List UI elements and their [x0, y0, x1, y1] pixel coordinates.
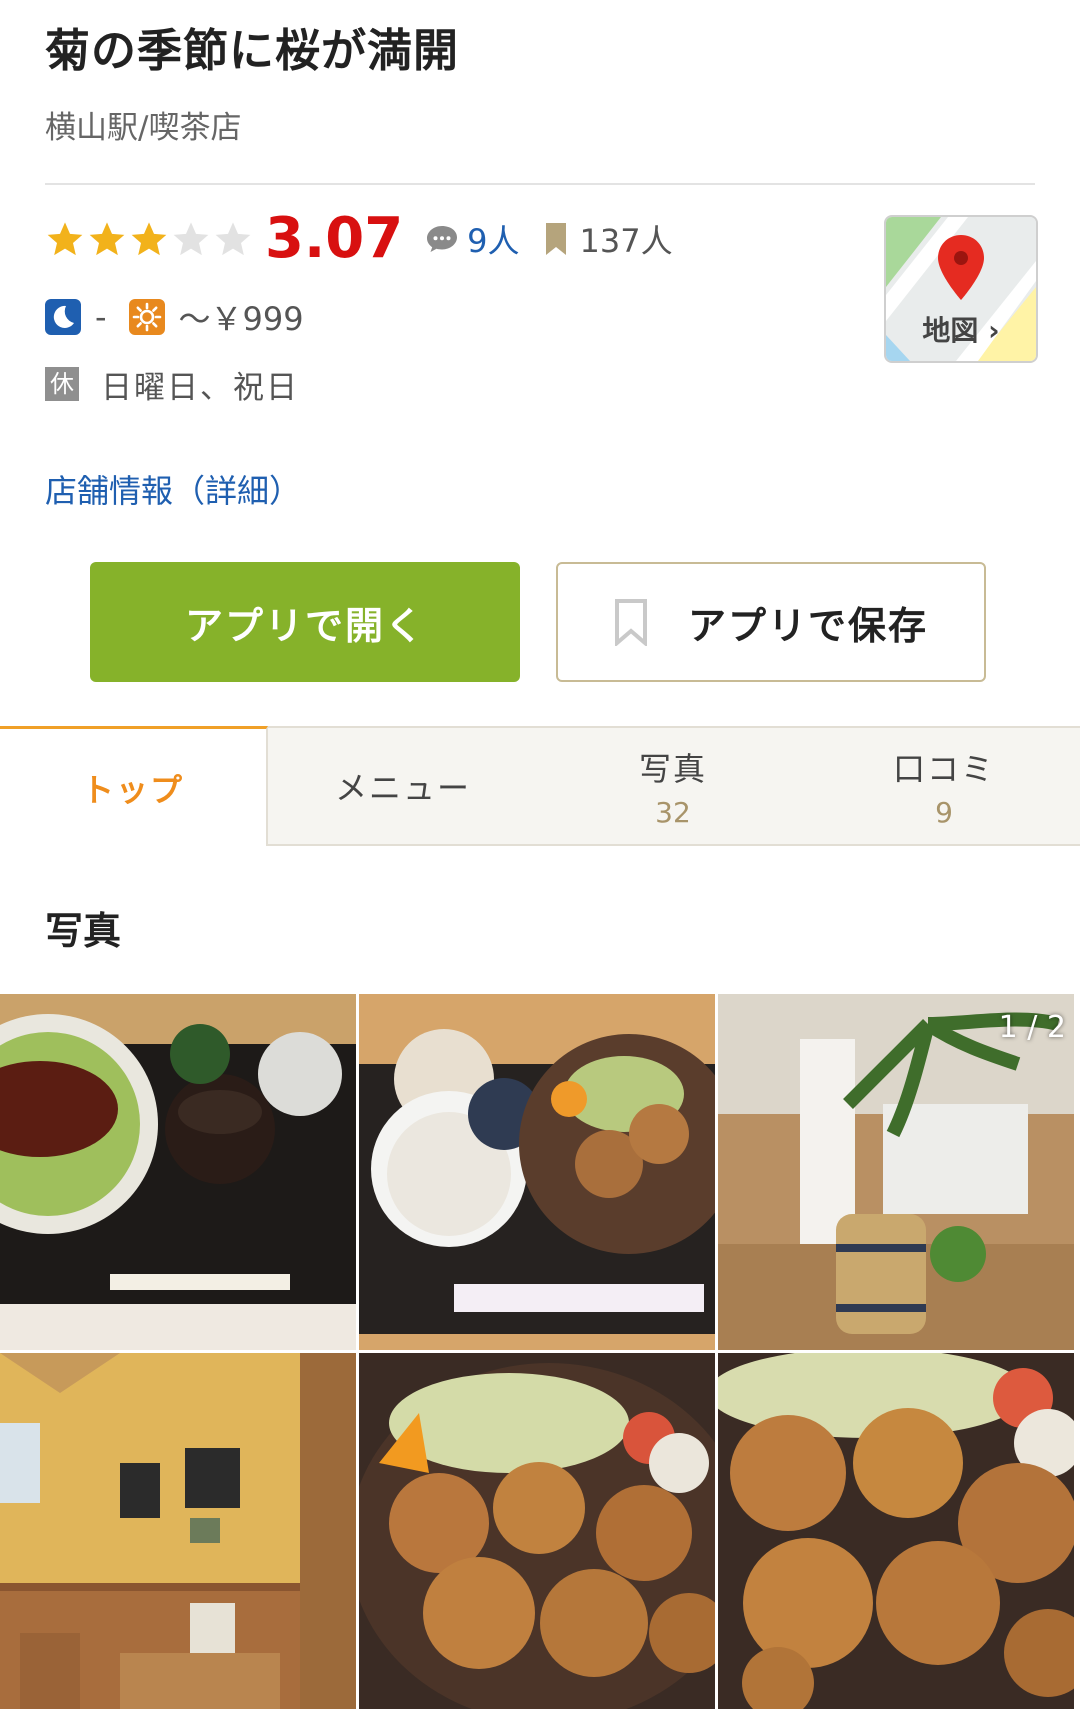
- tab-photos[interactable]: 写真 32: [538, 726, 808, 846]
- tab-count: 9: [935, 795, 953, 829]
- star-icon: [131, 222, 167, 256]
- photo-grid: 1 / 2: [0, 994, 1074, 1718]
- map-button[interactable]: 地図 ›: [884, 215, 1038, 363]
- chevron-right-icon: ›: [988, 314, 1000, 347]
- rating-score: 3.07: [265, 206, 404, 271]
- tab-bar: トップ メニュー 写真 32 口コミ 9: [0, 726, 1080, 848]
- star-empty-icon: [173, 222, 209, 256]
- tab-label: 口コミ: [892, 749, 995, 788]
- photo-thumbnail[interactable]: [359, 1353, 715, 1709]
- holiday-row: 休 日曜日、祝日: [45, 364, 299, 406]
- bookmark-icon: [544, 222, 568, 256]
- price-row: - ～￥999: [45, 297, 326, 338]
- star-empty-icon: [215, 222, 251, 256]
- tab-menu[interactable]: メニュー: [268, 726, 538, 846]
- comment-icon: [425, 224, 459, 254]
- tab-top[interactable]: トップ: [0, 726, 268, 846]
- map-label: 地図 ›: [886, 309, 1036, 349]
- lunch-price: ～￥999: [178, 300, 304, 338]
- bookmark-count: 137人: [579, 222, 673, 260]
- moon-icon: [45, 299, 81, 335]
- station-genre: 横山駅/喫茶店: [45, 110, 242, 146]
- store-detail-link[interactable]: 店舗情報（詳細）: [45, 466, 301, 512]
- divider: [45, 183, 1035, 185]
- tab-label: 写真: [638, 749, 707, 788]
- star-icon: [89, 222, 125, 256]
- tab-label: メニュー: [334, 769, 471, 807]
- holiday-text: 日曜日、祝日: [101, 369, 299, 406]
- bookmark-outline-icon: [614, 599, 647, 646]
- sun-icon: [128, 299, 165, 335]
- photo-thumbnail[interactable]: [718, 1353, 1074, 1709]
- holiday-badge: 休: [45, 367, 79, 401]
- restaurant-name: 菊の季節に桜が満開: [45, 24, 460, 77]
- tab-label: トップ: [81, 770, 184, 809]
- tab-reviews[interactable]: 口コミ 9: [808, 726, 1080, 846]
- photo-counter: 1 / 2: [998, 1010, 1066, 1045]
- dinner-price: -: [95, 298, 107, 336]
- photos-section-title: 写真: [45, 909, 122, 953]
- map-label-text: 地図: [922, 314, 979, 347]
- open-in-app-button[interactable]: アプリで開く: [90, 562, 520, 682]
- star-rating: [45, 219, 255, 259]
- save-in-app-button[interactable]: アプリで保存: [556, 562, 986, 682]
- review-count-link[interactable]: 9人: [467, 216, 519, 262]
- photo-thumbnail[interactable]: [359, 994, 715, 1350]
- photo-thumbnail[interactable]: [0, 1353, 356, 1709]
- save-button-label: アプリで保存: [687, 603, 928, 648]
- photo-thumbnail[interactable]: 1 / 2: [718, 994, 1074, 1350]
- tab-count: 32: [655, 795, 691, 829]
- star-icon: [47, 222, 83, 256]
- rating-row: 3.07 9人 137人: [45, 208, 673, 270]
- photo-thumbnail[interactable]: [0, 994, 356, 1350]
- page-header: 菊の季節に桜が満開 横山駅/喫茶店: [45, 22, 1035, 148]
